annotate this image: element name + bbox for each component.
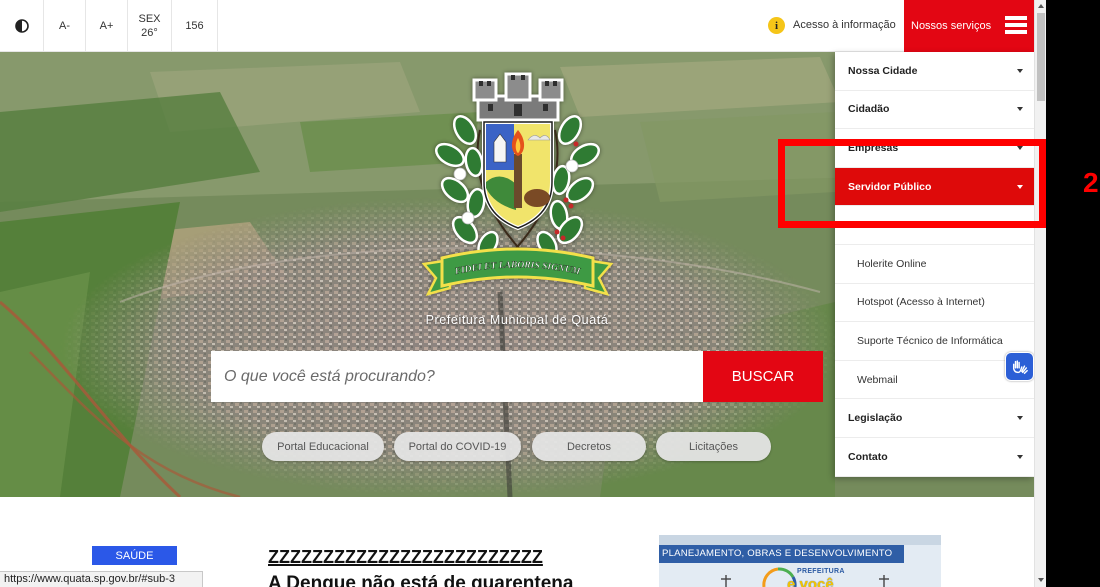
menu-item-label: Contato [848, 450, 888, 463]
sign-language-button[interactable] [1005, 352, 1034, 381]
submenu-item-holerite-online[interactable]: Holerite Online [835, 245, 1034, 284]
font-decrease-label: A- [59, 19, 70, 32]
menu-item-contato[interactable]: Contato [835, 438, 1034, 477]
annotation-label: 2 [1083, 167, 1099, 198]
weather-widget: SEX 26° [128, 0, 172, 51]
quick-link-decretos[interactable]: Decretos [532, 432, 646, 461]
hamburger-icon[interactable] [1005, 16, 1027, 34]
banner-logo-top: PREFEITURA [797, 568, 845, 575]
submenu-item-hotspot[interactable]: Hotspot (Acesso à Internet) [835, 284, 1034, 323]
browser-viewport: A- A+ SEX 26° 156 i Acesso à informação … [0, 0, 1034, 587]
quick-link-licitacoes[interactable]: Licitações [656, 432, 771, 461]
menu-item-nossa-cidade[interactable]: Nossa Cidade [835, 52, 1034, 91]
font-increase-label: A+ [99, 19, 114, 32]
city-hall-title: Prefeitura Municipal de Quatá [425, 313, 609, 327]
caret-down-icon [1017, 107, 1023, 112]
services-button[interactable]: Nossos serviços [904, 0, 1034, 52]
news-headline[interactable]: ZZZZZZZZZZZZZZZZZZZZZZZZZ [268, 547, 543, 569]
category-badge[interactable]: SAÚDE [92, 546, 177, 565]
sign-language-icon [1012, 359, 1028, 374]
vertical-scrollbar[interactable] [1034, 0, 1046, 587]
services-label: Nossos serviços [911, 20, 992, 32]
banner-logo-bottom: e você [787, 576, 834, 587]
coat-of-arms: FIDEI ET LABORIS SIGNUM [421, 72, 614, 296]
menu-item-label: Nossa Cidade [848, 64, 918, 77]
menu-item-label: Legislação [848, 412, 903, 425]
banner-title: PLANEJAMENTO, OBRAS E DESENVOLVIMENTO [659, 545, 904, 563]
quick-link-portal-covid[interactable]: Portal do COVID-19 [394, 432, 521, 461]
scrollbar-thumb[interactable] [1037, 13, 1045, 101]
menu-item-label: Cidadão [848, 103, 890, 116]
services-dropdown-menu: Nossa Cidade Cidadão Empresas Servidor P… [835, 52, 1034, 477]
caret-down-icon [1017, 68, 1023, 73]
submenu-item-suporte-tecnico[interactable]: Suporte Técnico de Informática [835, 322, 1034, 361]
screenshot: A- A+ SEX 26° 156 i Acesso à informação … [0, 0, 1100, 587]
menu-item-cidadao[interactable]: Cidadão [835, 91, 1034, 130]
info-icon[interactable]: i [768, 17, 785, 34]
news-subheadline[interactable]: A Dengue não está de quarentena [268, 572, 628, 587]
scroll-down-icon[interactable] [1038, 578, 1044, 582]
phone-number: 156 [185, 19, 204, 32]
contrast-toggle[interactable] [0, 0, 44, 51]
top-bar: A- A+ SEX 26° 156 i Acesso à informação … [0, 0, 1034, 52]
weather-day: SEX [138, 12, 161, 25]
scroll-up-icon[interactable] [1038, 4, 1044, 8]
access-info-link[interactable]: Acesso à informação [793, 0, 896, 51]
link-status-bar: https://www.quata.sp.gov.br/#sub-3 [0, 571, 203, 587]
annotation-highlight-box [778, 139, 1046, 228]
planning-banner[interactable]: PLANEJAMENTO, OBRAS E DESENVOLVIMENTO PR… [659, 535, 941, 587]
font-increase-button[interactable]: A+ [86, 0, 128, 51]
search-button[interactable]: BUSCAR [703, 351, 823, 402]
quick-link-portal-educacional[interactable]: Portal Educacional [262, 432, 384, 461]
phone-156-link[interactable]: 156 [172, 0, 218, 51]
weather-temperature: 26° [141, 26, 158, 39]
search-input[interactable] [211, 351, 703, 402]
font-decrease-button[interactable]: A- [44, 0, 86, 51]
caret-down-icon [1017, 416, 1023, 421]
caret-down-icon [1017, 454, 1023, 459]
menu-item-legislacao[interactable]: Legislação [835, 399, 1034, 438]
contrast-icon [14, 18, 29, 33]
